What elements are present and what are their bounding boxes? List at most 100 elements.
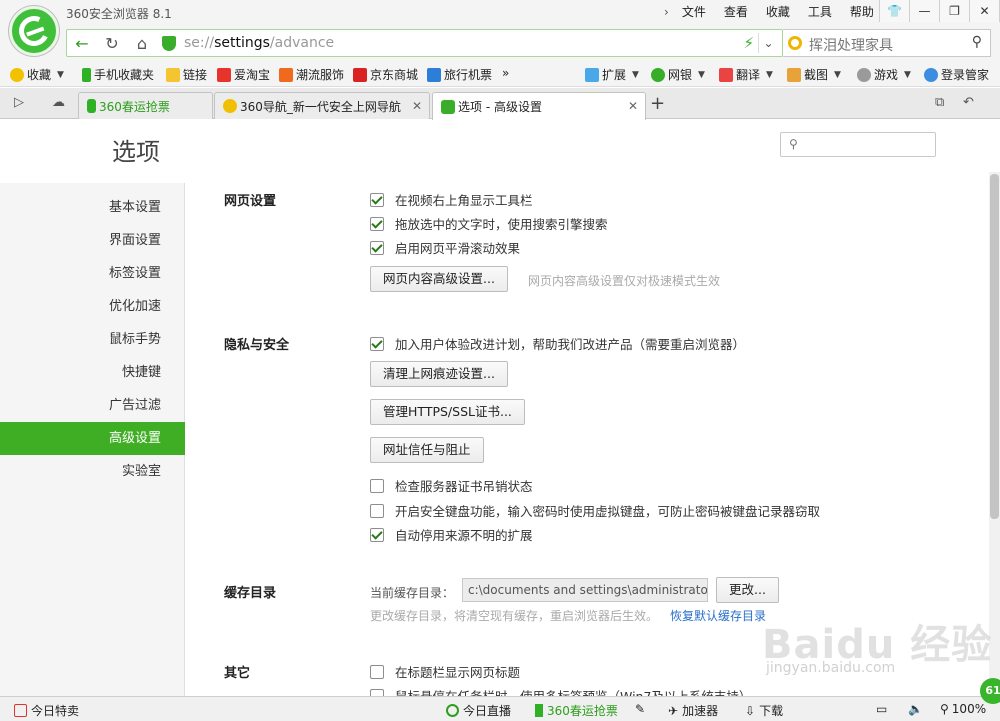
restore-button[interactable]: ❐ [940,0,970,22]
daily-deals[interactable]: 今日特卖 [14,702,79,719]
checkbox[interactable] [370,216,384,231]
search-box[interactable]: 挥泪处理家具 ⚲ [783,29,991,57]
cache-path-input[interactable]: c:\documents and settings\administrator\… [462,578,708,602]
tab-ticket[interactable]: 360春运抢票 [78,92,213,119]
checkbox-row[interactable]: 开启安全键盘功能，输入密码时使用虚拟键盘，可防止密码被键盘记录器窃取 [370,501,820,520]
sidebar-item-acceleration[interactable]: 优化加速 [0,290,185,323]
undo-close-icon[interactable]: ↶ [963,95,974,110]
checkbox-row[interactable]: 鼠标悬停在任务栏时，使用多标签预览（Win7及以上系统支持） [370,686,751,696]
checkbox[interactable] [370,527,384,542]
zoom-level[interactable]: ⚲ 100% [940,702,986,716]
options-search-input[interactable]: ⚲ [780,132,936,157]
bookmark-travel[interactable]: 旅行机票 [427,66,492,83]
skin-icon[interactable]: 👕 [880,0,910,22]
bookmark-fashion[interactable]: 潮流服饰 [279,66,344,83]
downloads[interactable]: ⇩ 下载 [745,702,783,719]
speed-mode-icon[interactable]: ⚡ [743,34,754,52]
checkbox[interactable] [370,664,384,679]
back-arrow-icon[interactable]: ← [71,32,93,54]
sidebar-item-tabs[interactable]: 标签设置 [0,257,185,290]
web-content-settings-button[interactable]: 网页内容高级设置... [370,266,508,292]
refresh-icon[interactable]: ↻ [101,32,123,54]
volume-icon[interactable]: 🔈 [908,702,923,716]
search-text[interactable]: 挥泪处理家具 [809,35,893,55]
checkbox-row[interactable]: 在标题栏显示网页标题 [370,662,520,681]
screen-icon[interactable]: ▭ [876,702,887,716]
menu-file[interactable]: 文件 [673,3,715,21]
tool-extensions[interactable]: 扩展 ▼ [585,66,639,83]
search-engine-icon[interactable] [788,36,802,50]
browser-logo[interactable] [9,6,59,56]
phone-icon [87,99,96,113]
menu-tools[interactable]: 工具 [799,3,841,21]
bookmark-links[interactable]: 链接 [166,66,207,83]
live-stream[interactable]: 今日直播 [446,702,511,719]
checkbox-row[interactable]: 自动停用来源不明的扩展 [370,525,533,544]
accelerator[interactable]: ✈ 加速器 [668,702,718,719]
address-bar[interactable]: ← ↻ ⌂ se://settings/advance ⚡ ⌄ [66,29,783,57]
checkbox-row[interactable]: 检查服务器证书吊销状态 [370,476,533,495]
tab-settings[interactable]: 选项 - 高级设置 ✕ [432,92,646,120]
menu-help[interactable]: 帮助 [841,3,883,21]
checkbox[interactable] [370,478,384,493]
url-trust-button[interactable]: 网址信任与阻止 [370,437,484,463]
tool-banking[interactable]: 网银 ▼ [651,66,705,83]
watermark-url: jingyan.baidu.com [766,660,896,676]
checkbox[interactable] [370,336,384,351]
fashion-icon [279,67,293,82]
sidebar-toggle-icon[interactable]: ▷ [14,95,24,110]
close-tab-icon[interactable]: ✕ [628,99,638,113]
section-title-other: 其它 [224,666,251,681]
bookmark-mobile[interactable]: 手机收藏夹 [82,66,154,83]
bookmarks-bar: 收藏 ▼ 手机收藏夹 链接 爱淘宝 潮流服饰 京东商城 旅行机票 » 扩展 ▼ 网银… [0,61,1000,87]
sidebar-item-interface[interactable]: 界面设置 [0,224,185,257]
restore-cache-link[interactable]: 恢复默认缓存目录 [670,609,766,623]
url-text[interactable]: se://settings/advance [184,35,334,51]
star-icon [10,67,24,82]
new-tab-icon[interactable]: + [650,93,665,114]
wrench-icon [441,99,455,114]
search-icon[interactable]: ⚲ [972,34,982,50]
tool-games[interactable]: 游戏 ▼ [857,66,911,83]
sidebar-item-gestures[interactable]: 鼠标手势 [0,323,185,356]
bug-icon[interactable]: ✎ [635,702,645,716]
checkbox[interactable] [370,688,384,696]
tool-login-manager[interactable]: 登录管家 [924,66,989,83]
cloud-icon[interactable]: ☁ [52,95,65,110]
menu-arrow[interactable]: › [660,3,673,21]
checkbox[interactable] [370,240,384,255]
ticket-grab[interactable]: 360春运抢票 [535,702,618,719]
sidebar-item-advanced[interactable]: 高级设置 [0,422,185,455]
taobao-icon [217,67,231,82]
checkbox-row[interactable]: 在视频右上角显示工具栏 [370,190,533,209]
bookmark-aitaobao[interactable]: 爱淘宝 [217,66,270,83]
tool-translate[interactable]: 翻译 ▼ [719,66,773,83]
menu-favorites[interactable]: 收藏 [757,3,799,21]
clear-traces-button[interactable]: 清理上网痕迹设置... [370,361,508,387]
bookmark-jd[interactable]: 京东商城 [353,66,418,83]
bookmark-more[interactable]: » [502,66,509,80]
url-dropdown-icon[interactable]: ⌄ [758,33,778,53]
home-icon[interactable]: ⌂ [131,32,153,54]
tool-screenshot[interactable]: 截图 ▼ [787,66,841,83]
tab-nav[interactable]: 360导航_新一代安全上网导航 ✕ [214,92,430,119]
checkbox-row[interactable]: 拖放选中的文字时，使用搜索引擎搜索 [370,214,608,233]
sidebar-item-basic[interactable]: 基本设置 [0,191,185,224]
change-cache-button[interactable]: 更改... [716,577,779,603]
scrollbar-thumb[interactable] [990,174,999,519]
bookmark-favorites[interactable]: 收藏 ▼ [10,66,64,83]
checkbox-row[interactable]: 启用网页平滑滚动效果 [370,238,520,257]
sidebar-item-shortcuts[interactable]: 快捷键 [0,356,185,389]
close-window-button[interactable]: ✕ [970,0,1000,22]
checkbox[interactable] [370,192,384,207]
checkbox-row[interactable]: 加入用户体验改进计划，帮助我们改进产品（需要重启浏览器） [370,334,745,353]
sidebar-item-lab[interactable]: 实验室 [0,455,185,488]
manage-certs-button[interactable]: 管理HTTPS/SSL证书... [370,399,525,425]
restore-tabs-icon[interactable]: ⧉ [935,95,944,110]
menu-view[interactable]: 查看 [715,3,757,21]
sidebar-item-adblock[interactable]: 广告过滤 [0,389,185,422]
minimize-button[interactable]: — [910,0,940,22]
close-tab-icon[interactable]: ✕ [412,99,422,113]
checkbox[interactable] [370,503,384,518]
speed-ball-badge[interactable]: 61 [980,678,1000,704]
